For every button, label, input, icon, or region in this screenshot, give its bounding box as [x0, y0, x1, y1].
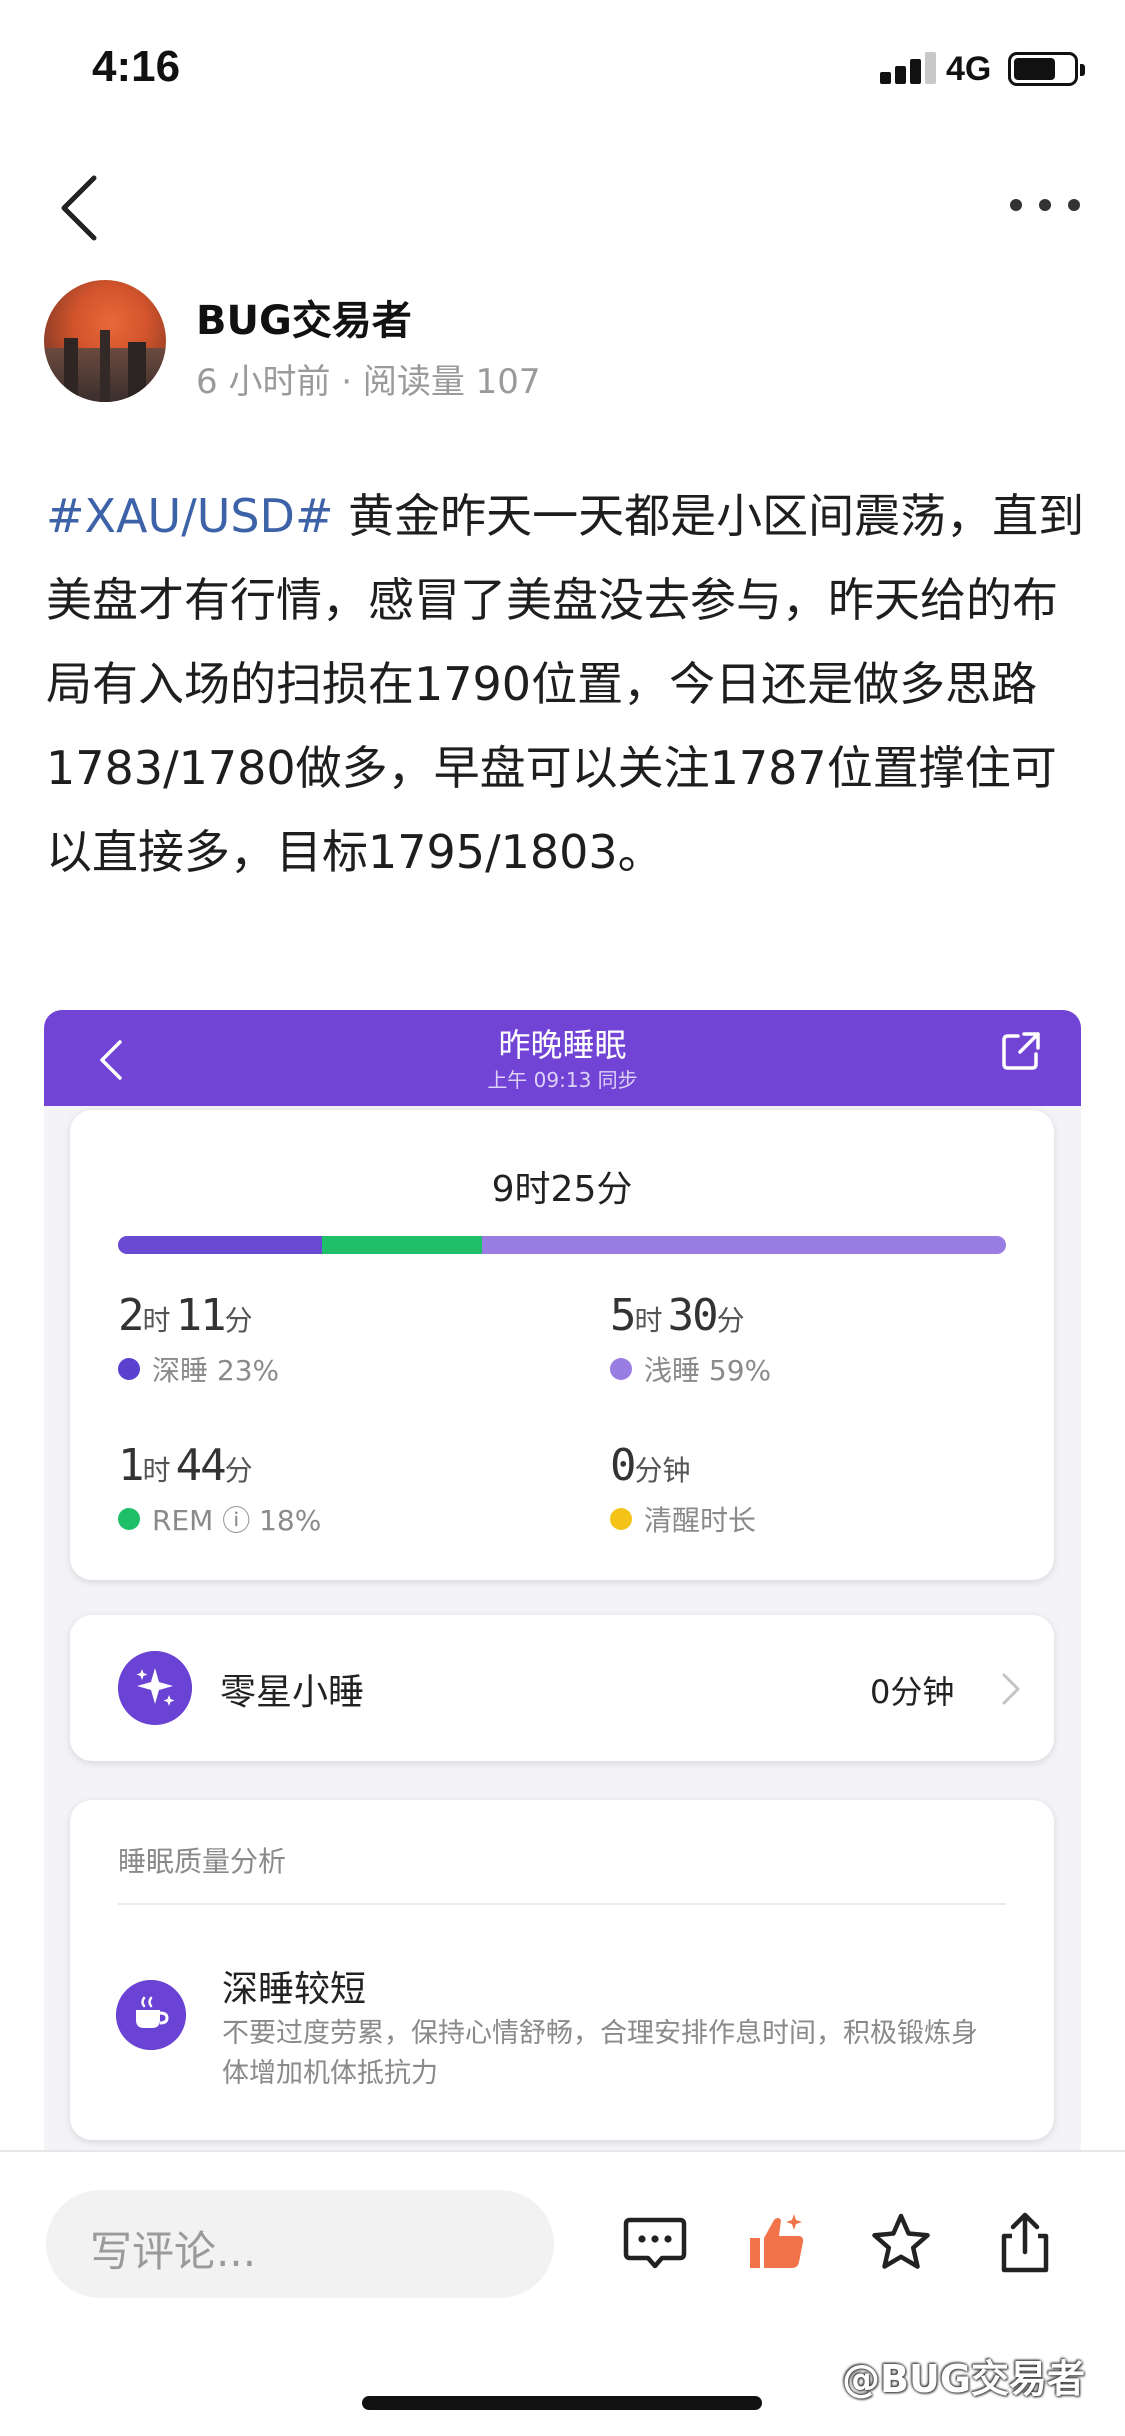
- bar-rem: [322, 1236, 483, 1254]
- star-icon[interactable]: [866, 2208, 936, 2278]
- author-name[interactable]: BUG交易者: [196, 288, 412, 346]
- bar-deep: [118, 1236, 323, 1254]
- chevron-right-icon: [1002, 1673, 1020, 1705]
- bar-light: [482, 1236, 1006, 1254]
- stat-hours: 1: [118, 1440, 144, 1491]
- home-indicator[interactable]: [362, 2396, 762, 2410]
- hashtag-link[interactable]: #XAU/USD#: [46, 489, 334, 543]
- legend-dot: [610, 1508, 632, 1530]
- stat-h-unit: 时: [634, 1304, 663, 1337]
- stat-mins: 11: [175, 1290, 227, 1341]
- signal-icon: [880, 52, 936, 84]
- post-body: #XAU/USD# 黄金昨天一天都是小区间震荡，直到美盘才有行情，感冒了美盘没去…: [46, 474, 1086, 894]
- legend-dot: [610, 1358, 632, 1380]
- comment-icon[interactable]: [620, 2208, 690, 2278]
- stat-hours: 5: [610, 1290, 636, 1341]
- legend-dot: [118, 1508, 140, 1530]
- cup-icon: [116, 1980, 186, 2050]
- stat-awake: 0分钟 清醒时长: [610, 1440, 756, 1539]
- comment-placeholder: 写评论...: [90, 2227, 257, 2276]
- post-meta: 6 小时前 · 阅读量 107: [196, 362, 541, 402]
- stat-m-unit: 分: [224, 1304, 253, 1337]
- comment-input[interactable]: 写评论...: [46, 2190, 554, 2298]
- share-icon[interactable]: [990, 2208, 1060, 2278]
- quality-heading: 睡眠质量分析: [118, 1845, 287, 1878]
- stat-hours: 2: [118, 1290, 144, 1341]
- stat-mins: 30: [667, 1290, 719, 1341]
- stat-deep: 2时 11分 深睡 23%: [118, 1290, 279, 1389]
- stat-h-unit: 时: [142, 1304, 171, 1337]
- sleep-stage-bar: [118, 1236, 1006, 1254]
- stat-m-unit: 分: [224, 1454, 253, 1487]
- network-type: 4G: [946, 50, 992, 88]
- stat-h-unit: 时: [142, 1454, 171, 1487]
- quality-title: 深睡较短: [222, 1969, 367, 2010]
- sparkle-icon: [118, 1651, 192, 1725]
- sleep-quality-card: 睡眠质量分析 深睡较短 不要过度劳累，保持心情舒畅，合理安排作息时间，积极锻炼身…: [70, 1800, 1054, 2140]
- post-body-text: 黄金昨天一天都是小区间震荡，直到美盘才有行情，感冒了美盘没去参与，昨天给的布局有…: [46, 489, 1085, 879]
- avatar[interactable]: [44, 280, 166, 402]
- stat-hours: 0: [610, 1440, 636, 1491]
- embed-subtitle: 上午 09:13 同步: [487, 1068, 638, 1092]
- total-sleep: 9时25分: [491, 1169, 633, 1210]
- stat-light: 5时 30分 浅睡 59%: [610, 1290, 771, 1389]
- watermark: @BUG交易者: [842, 2357, 1086, 2401]
- more-icon[interactable]: [1010, 190, 1080, 220]
- nap-card: 零星小睡 0分钟: [70, 1615, 1054, 1761]
- nap-title: 零星小睡: [220, 1672, 365, 1713]
- stat-m-unit: 分: [716, 1304, 745, 1337]
- stat-label: 浅睡 59%: [644, 1354, 772, 1387]
- battery-icon: [1008, 52, 1085, 86]
- nap-value: 0分钟: [870, 1673, 955, 1711]
- stat-label: REM ⓘ 18%: [152, 1504, 322, 1537]
- divider: [118, 1903, 1006, 1905]
- quality-description: 不要过度劳累，保持心情舒畅，合理安排作息时间，积极锻炼身体增加机体抵抗力: [222, 2018, 978, 2089]
- embed-share-icon: [1002, 1032, 1040, 1070]
- legend-dot: [118, 1358, 140, 1380]
- back-icon[interactable]: [50, 168, 110, 248]
- stat-h-unit: 分钟: [634, 1454, 691, 1487]
- divider: [0, 2150, 1125, 2152]
- stat-label: 深睡 23%: [152, 1354, 280, 1387]
- like-icon[interactable]: [742, 2208, 812, 2278]
- embed-title: 昨晚睡眠: [498, 1026, 627, 1064]
- status-time: 4:16: [92, 42, 181, 91]
- embedded-image[interactable]: 昨晚睡眠 上午 09:13 同步 9时25分 2时 11分 深睡 23% 5时 …: [44, 1010, 1081, 2150]
- sleep-summary-card: 9时25分 2时 11分 深睡 23% 5时 30分 浅睡 59% 1时 44分…: [70, 1110, 1054, 1580]
- stat-rem: 1时 44分 REM ⓘ 18%: [118, 1440, 321, 1539]
- stat-mins: 44: [175, 1440, 227, 1491]
- stat-label: 清醒时长: [644, 1504, 757, 1537]
- embed-header: 昨晚睡眠 上午 09:13 同步: [44, 1010, 1081, 1106]
